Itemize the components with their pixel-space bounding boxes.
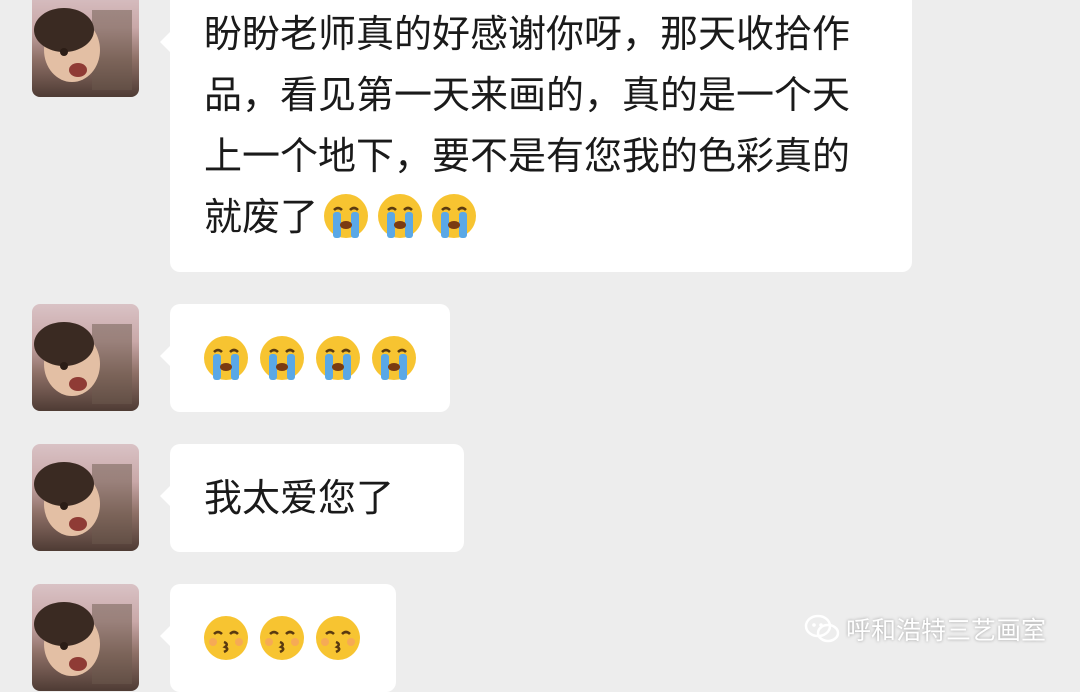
watermark: 呼和浩特三艺画室: [804, 611, 1046, 647]
emoji-group: [322, 192, 478, 240]
message-bubble[interactable]: 盼盼老师真的好感谢你呀，那天收拾作品，看见第一天来画的，真的是一个天上一个地下，…: [160, 0, 912, 272]
loudly-crying-face-icon: [372, 336, 416, 380]
loudly-crying-face-icon: [260, 336, 304, 380]
contact-avatar[interactable]: [32, 584, 139, 691]
loudly-crying-face-icon: [324, 194, 369, 238]
emoji-group: [202, 304, 418, 412]
contact-avatar[interactable]: [32, 444, 139, 551]
wechat-official-account-icon: [804, 614, 840, 643]
loudly-crying-face-icon: [378, 194, 423, 238]
watermark-text: 呼和浩特三艺画室: [845, 616, 1046, 645]
message-bubble[interactable]: [160, 304, 450, 412]
message-text: 盼盼老师真的好感谢你呀，那天收拾作品，看见第一天来画的，真的是一个天上一个地下，…: [204, 12, 851, 239]
loudly-crying-face-icon: [316, 336, 360, 380]
contact-avatar[interactable]: [32, 0, 139, 97]
message-bubble[interactable]: 我太爱您了: [160, 444, 464, 552]
message-text: 我太爱您了: [204, 475, 395, 520]
kissing-face-icon: [316, 616, 360, 660]
loudly-crying-face-icon: [432, 194, 477, 238]
contact-avatar[interactable]: [32, 304, 139, 411]
kissing-face-icon: [260, 616, 304, 660]
emoji-group: [202, 584, 364, 692]
loudly-crying-face-icon: [204, 336, 248, 380]
message-bubble[interactable]: [160, 584, 396, 692]
kissing-face-icon: [204, 616, 248, 660]
